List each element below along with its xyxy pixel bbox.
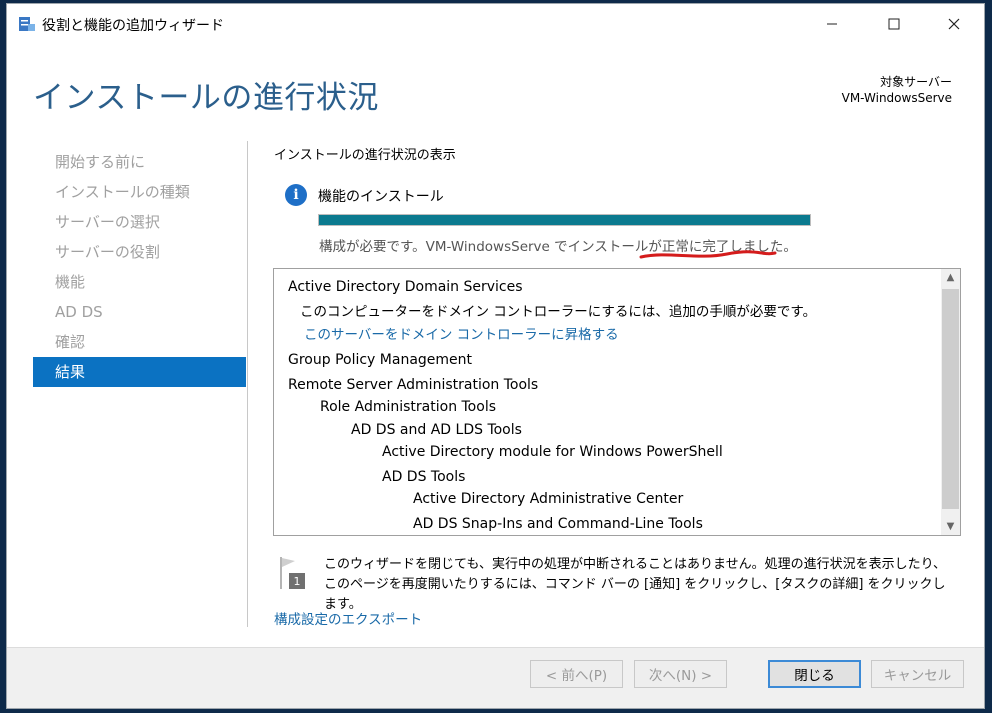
nav-item-server-selection: サーバーの選択 <box>55 213 160 231</box>
progress-fill <box>319 215 810 225</box>
result-adds-tools: AD DS Tools <box>382 469 466 485</box>
scroll-down-icon[interactable]: ▼ <box>941 518 960 535</box>
wizard-footer: < 前へ(P) 次へ(N) > 閉じる キャンセル <box>7 647 984 708</box>
red-underline-annotation <box>639 250 777 259</box>
wizard-nav: 開始する前に インストールの種類 サーバーの選択 サーバーの役割 機能 AD D… <box>33 147 246 387</box>
close-window-button[interactable] <box>924 4 984 44</box>
nav-item-features: 機能 <box>55 273 86 291</box>
minimize-icon <box>827 23 837 25</box>
minimize-button[interactable] <box>802 4 862 44</box>
result-admin-center: Active Directory Administrative Center <box>413 491 684 507</box>
title-bar: 役割と機能の追加ウィザード <box>7 4 984 44</box>
server-manager-icon <box>19 17 35 31</box>
result-gpm: Group Policy Management <box>288 352 473 368</box>
nav-item-installation-type: インストールの種類 <box>55 183 190 201</box>
maximize-button[interactable] <box>864 4 924 44</box>
close-wizard-note: このウィザードを閉じても、実行中の処理が中断されることはありません。処理の進行状… <box>324 557 947 612</box>
result-snapins: AD DS Snap-Ins and Command-Line Tools <box>413 516 703 532</box>
close-button[interactable]: 閉じる <box>768 660 861 688</box>
promote-dc-link[interactable]: このサーバーをドメイン コントローラーに昇格する <box>304 323 619 343</box>
notification-badge: 1 <box>294 575 301 588</box>
notification-flag-icon: 1 <box>280 557 305 589</box>
page-title: インストールの進行状況 <box>33 80 379 116</box>
export-config-link[interactable]: 構成設定のエクスポート <box>274 608 422 628</box>
result-adds-detail: このコンピューターをドメイン コントローラーにするには、追加の手順が必要です。 <box>300 304 817 320</box>
results-scrollbar[interactable]: ▲ ▼ <box>941 269 960 535</box>
maximize-icon <box>888 18 900 30</box>
scroll-up-icon[interactable]: ▲ <box>941 269 960 286</box>
result-role-tools: Role Administration Tools <box>320 399 496 415</box>
target-server-label: 対象サーバー <box>880 75 952 89</box>
wizard-window: 役割と機能の追加ウィザード インストールの進行状況 対象サーバー VM-Wind… <box>6 3 985 709</box>
scroll-thumb[interactable] <box>942 289 959 509</box>
next-button[interactable]: 次へ(N) > <box>634 660 727 688</box>
nav-divider <box>247 141 248 627</box>
section-title: インストールの進行状況の表示 <box>274 148 456 163</box>
window-title: 役割と機能の追加ウィザード <box>42 18 224 34</box>
nav-item-before-you-begin: 開始する前に <box>55 153 146 171</box>
results-list[interactable]: Active Directory Domain Services このコンピュー… <box>273 268 961 536</box>
target-server-name: VM-WindowsServe <box>841 91 952 105</box>
result-adds-lds-tools: AD DS and AD LDS Tools <box>351 422 522 438</box>
install-progress-bar <box>318 214 811 226</box>
nav-item-confirmation: 確認 <box>55 333 86 351</box>
nav-item-results[interactable]: 結果 <box>33 357 246 387</box>
feature-install-label: 機能のインストール <box>318 189 444 205</box>
nav-item-ad-ds: AD DS <box>55 303 103 321</box>
info-icon: i <box>285 184 307 206</box>
cancel-button[interactable]: キャンセル <box>871 660 964 688</box>
result-ps-module: Active Directory module for Windows Powe… <box>382 444 723 460</box>
result-rsat: Remote Server Administration Tools <box>288 377 539 393</box>
nav-item-server-roles: サーバーの役割 <box>55 243 160 261</box>
close-icon <box>948 18 960 30</box>
result-adds: Active Directory Domain Services <box>288 279 523 295</box>
previous-button[interactable]: < 前へ(P) <box>530 660 623 688</box>
